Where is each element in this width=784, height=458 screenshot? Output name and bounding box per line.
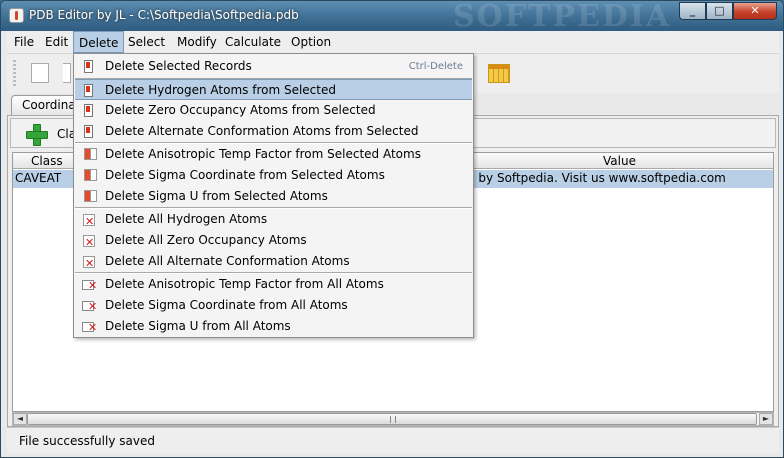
menu-item-delete-anisotropic-all[interactable]: Delete Anisotropic Temp Factor from All … bbox=[75, 274, 472, 296]
menu-item-accelerator: Ctrl-Delete bbox=[408, 61, 463, 72]
window-controls: _ □ ✕ bbox=[679, 2, 777, 20]
menu-item-delete-sigma-u-selected[interactable]: Delete Sigma U from Selected Atoms bbox=[75, 186, 472, 207]
status-bar: File successfully saved bbox=[7, 427, 779, 453]
scroll-grip-icon bbox=[390, 416, 396, 423]
menu-item-delete-sigma-coordinate-selected[interactable]: Delete Sigma Coordinate from Selected At… bbox=[75, 165, 472, 186]
pair-icon bbox=[82, 148, 97, 161]
menu-item-delete-hydrogen-selected[interactable]: Delete Hydrogen Atoms from Selected bbox=[75, 79, 472, 100]
new-document-icon[interactable] bbox=[31, 63, 49, 83]
doc-x-icon bbox=[82, 275, 97, 296]
menu-item-label: Delete Sigma U from Selected Atoms bbox=[105, 189, 328, 203]
column-header-class[interactable]: Class bbox=[31, 154, 63, 168]
menu-item-delete-sigma-u-all[interactable]: Delete Sigma U from All Atoms bbox=[75, 316, 472, 338]
doc-icon bbox=[82, 104, 96, 117]
maximize-button[interactable]: □ bbox=[706, 2, 733, 20]
menu-item-delete-all-alternate-conformation[interactable]: Delete All Alternate Conformation Atoms bbox=[75, 251, 472, 274]
calendar-icon[interactable] bbox=[488, 64, 510, 83]
menu-modify[interactable]: Modify bbox=[172, 31, 222, 53]
title-bar[interactable]: PDB Editor by JL - C:\Softpedia\Softpedi… bbox=[1, 0, 783, 34]
menu-file[interactable]: File bbox=[9, 31, 39, 53]
menu-item-delete-selected-records[interactable]: Delete Selected Records Ctrl-Delete bbox=[75, 56, 472, 77]
window-title: PDB Editor by JL - C:\Softpedia\Softpedi… bbox=[29, 8, 299, 22]
scroll-thumb[interactable] bbox=[27, 413, 757, 425]
java-app-icon[interactable] bbox=[9, 8, 24, 23]
menu-item-delete-zero-occupancy-selected[interactable]: Delete Zero Occupancy Atoms from Selecte… bbox=[75, 100, 472, 121]
menu-item-delete-all-hydrogen[interactable]: Delete All Hydrogen Atoms bbox=[75, 209, 472, 232]
menu-item-label: Delete All Hydrogen Atoms bbox=[105, 212, 268, 226]
menu-calculate[interactable]: Calculate bbox=[220, 31, 286, 53]
menu-item-delete-anisotropic-selected[interactable]: Delete Anisotropic Temp Factor from Sele… bbox=[75, 144, 472, 165]
menu-select[interactable]: Select bbox=[123, 31, 170, 53]
minimize-button[interactable]: _ bbox=[679, 2, 706, 20]
doc-icon bbox=[82, 125, 96, 138]
horizontal-scrollbar[interactable]: ◄ ► bbox=[12, 412, 774, 426]
menu-edit[interactable]: Edit bbox=[40, 31, 73, 53]
status-text: File successfully saved bbox=[19, 434, 155, 448]
x-icon bbox=[83, 211, 95, 232]
menu-item-label: Delete Anisotropic Temp Factor from Sele… bbox=[105, 147, 421, 161]
column-header-value[interactable]: Value bbox=[603, 154, 636, 168]
scroll-left-arrow-icon[interactable]: ◄ bbox=[13, 413, 27, 425]
doc-x-icon bbox=[82, 296, 97, 317]
doc-x-icon bbox=[82, 317, 97, 338]
menu-item-label: Delete Sigma Coordinate from Selected At… bbox=[105, 168, 385, 182]
menu-item-label: Delete Sigma Coordinate from All Atoms bbox=[105, 298, 348, 312]
pair-icon bbox=[82, 190, 97, 203]
menu-item-label: Delete Sigma U from All Atoms bbox=[105, 319, 291, 333]
add-plus-icon[interactable] bbox=[25, 123, 48, 146]
scroll-right-arrow-icon[interactable]: ► bbox=[759, 413, 773, 425]
x-icon bbox=[83, 253, 95, 274]
doc-icon bbox=[82, 60, 96, 73]
open-document-icon[interactable] bbox=[63, 63, 71, 83]
menu-item-label: Delete Anisotropic Temp Factor from All … bbox=[105, 277, 384, 291]
menu-bar: File Edit Delete Select Modify Calculate… bbox=[7, 31, 779, 53]
pair-icon bbox=[82, 169, 97, 182]
doc-icon bbox=[82, 84, 96, 97]
menu-item-delete-all-zero-occupancy[interactable]: Delete All Zero Occupancy Atoms bbox=[75, 230, 472, 253]
menu-item-delete-alternate-conformation-selected[interactable]: Delete Alternate Conformation Atoms from… bbox=[75, 121, 472, 142]
softpedia-watermark: SOFTPEDIA bbox=[453, 0, 672, 34]
menu-item-label: Delete Hydrogen Atoms from Selected bbox=[105, 83, 336, 97]
delete-menu: Delete Selected Records Ctrl-Delete Dele… bbox=[73, 53, 474, 338]
toolbar-grip[interactable] bbox=[13, 60, 16, 88]
cell-class[interactable]: CAVEAT bbox=[15, 171, 61, 185]
menu-delete[interactable]: Delete bbox=[73, 31, 125, 53]
menu-item-label: Delete Zero Occupancy Atoms from Selecte… bbox=[105, 103, 376, 117]
x-icon bbox=[83, 232, 95, 253]
menu-item-delete-sigma-coordinate-all[interactable]: Delete Sigma Coordinate from All Atoms bbox=[75, 295, 472, 317]
menu-item-label: Delete All Zero Occupancy Atoms bbox=[105, 233, 307, 247]
menu-item-label: Delete Alternate Conformation Atoms from… bbox=[105, 124, 419, 138]
menu-item-label: Delete Selected Records bbox=[105, 59, 252, 73]
close-button[interactable]: ✕ bbox=[733, 2, 777, 20]
cell-value[interactable]: d by Softpedia. Visit us www.softpedia.c… bbox=[467, 171, 726, 185]
menu-option[interactable]: Option bbox=[286, 31, 336, 53]
app-window: PDB Editor by JL - C:\Softpedia\Softpedi… bbox=[0, 0, 784, 458]
menu-item-label: Delete All Alternate Conformation Atoms bbox=[105, 254, 350, 268]
